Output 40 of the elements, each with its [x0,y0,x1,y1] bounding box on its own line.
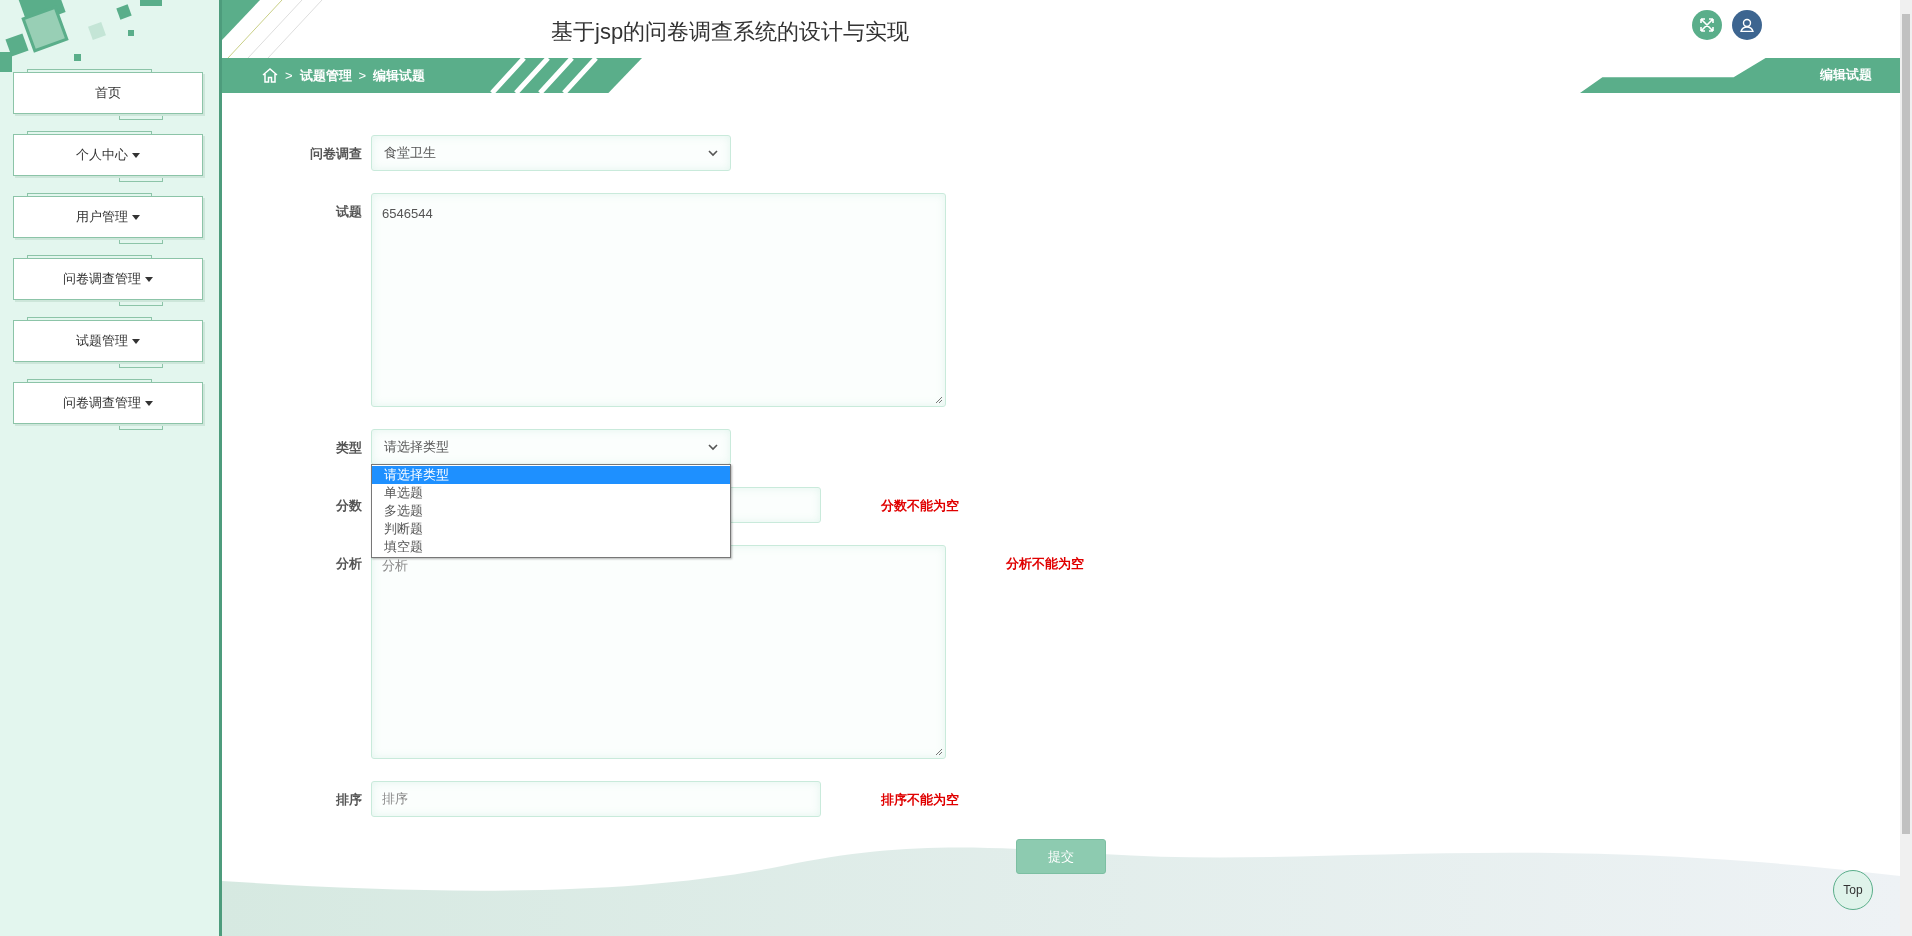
home-icon[interactable] [262,68,278,83]
sidebar-item[interactable]: 问卷调查管理 [13,258,203,300]
dropdown-option[interactable]: 多选题 [372,502,730,520]
dropdown-option[interactable]: 单选题 [372,484,730,502]
user-button[interactable] [1732,10,1762,40]
dropdown-option[interactable]: 判断题 [372,520,730,538]
select-field[interactable]: 请选择类型 [371,429,731,465]
scrollbar[interactable] [1900,0,1912,936]
field-label: 试题 [334,203,362,221]
field-label: 问卷调查 [309,145,362,163]
input-field[interactable]: 排序 [371,781,821,817]
page-title: 基于jsp的问卷调查系统的设计与实现 [551,18,910,46]
field-label: 分数 [335,497,362,515]
breadcrumb-separator: > [358,66,367,85]
resize-grip-icon [935,396,943,404]
error-message: 分数不能为空 [881,497,959,515]
fullscreen-button[interactable] [1692,10,1722,40]
sidebar-item[interactable]: 个人中心 [13,134,203,176]
resize-grip-icon [935,748,943,756]
textarea-field[interactable]: 6546544 [371,193,946,407]
error-message: 排序不能为空 [881,791,959,809]
caret-icon [132,338,140,344]
select-field[interactable]: 食堂卫生 [371,135,731,171]
sidebar-item[interactable]: 首页 [13,72,203,114]
chevron-icon [708,149,718,157]
user-icon [1740,18,1754,32]
error-message: 分析不能为空 [1006,555,1084,573]
chevron-icon [708,443,718,451]
field-label: 分析 [335,555,362,573]
caret-icon [132,214,140,220]
sidebar-item[interactable]: 问卷调查管理 [13,382,203,424]
breadcrumb-separator: > [285,66,293,85]
sidebar-item[interactable]: 用户管理 [13,196,203,238]
caret-icon [145,276,153,282]
field-label: 类型 [335,439,362,457]
caret-icon [132,152,140,158]
expand-icon [1700,18,1714,32]
sidebar-item[interactable]: 试题管理 [13,320,203,362]
caret-icon [145,400,153,406]
field-label: 排序 [335,791,362,809]
